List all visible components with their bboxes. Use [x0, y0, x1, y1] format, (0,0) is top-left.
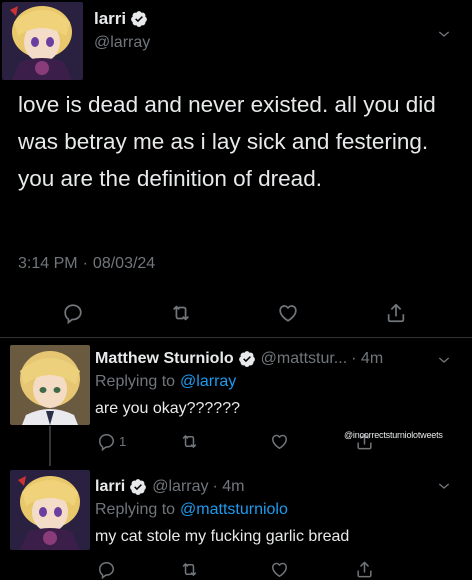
reply-time: · 4m	[212, 478, 245, 495]
reply-2-header: larri @larray · 4m	[95, 476, 245, 498]
reply-time: · 4m	[351, 350, 384, 367]
replying-prefix: Replying to	[95, 501, 176, 518]
timestamp-separator: ·	[82, 255, 88, 272]
display-name[interactable]: larri	[94, 9, 126, 29]
reply-icon	[62, 302, 84, 324]
avatar-larri[interactable]	[2, 2, 83, 80]
like-icon	[277, 302, 299, 324]
handle[interactable]: @larray	[94, 34, 150, 52]
share-icon	[355, 560, 374, 579]
reply-button[interactable]	[97, 560, 116, 579]
reply-text: are you okay??????	[95, 400, 240, 417]
tweet-text: love is dead and never existed. all you …	[18, 92, 436, 191]
replying-to: Replying to @mattsturniolo	[95, 501, 288, 519]
tweet-date: 08/03/24	[92, 255, 156, 272]
retweet-button[interactable]	[180, 560, 199, 579]
replying-to-link[interactable]: @mattsturniolo	[180, 501, 288, 519]
handle[interactable]: @mattstur...	[261, 350, 347, 368]
reply-button[interactable]	[62, 302, 84, 324]
handle[interactable]: @larray	[152, 478, 208, 496]
share-icon	[385, 302, 407, 324]
retweet-icon	[180, 560, 199, 579]
chevron-down-icon[interactable]	[436, 352, 452, 368]
main-tweet-author: larri @larray	[94, 8, 150, 52]
avatar-larri[interactable]	[10, 470, 90, 550]
verified-badge-icon	[129, 478, 147, 496]
share-button[interactable]	[355, 560, 374, 579]
reply-1-header: Matthew Sturniolo @mattstur... · 4m	[95, 348, 383, 370]
like-icon	[270, 560, 289, 579]
display-name[interactable]: larri	[95, 478, 125, 496]
divider	[0, 337, 472, 338]
replying-to: Replying to @larray	[95, 373, 236, 391]
like-button[interactable]	[277, 302, 299, 324]
tweet-time: 3:14 PM	[18, 255, 78, 272]
verified-badge-icon	[130, 10, 148, 28]
chevron-down-icon[interactable]	[436, 478, 452, 494]
display-name[interactable]: Matthew Sturniolo	[95, 350, 234, 368]
verified-badge-icon	[238, 350, 256, 368]
reply-icon	[97, 432, 116, 451]
replying-prefix: Replying to	[95, 373, 176, 390]
reply-icon	[97, 560, 116, 579]
retweet-button[interactable]	[170, 302, 192, 324]
thread-line	[49, 426, 51, 466]
avatar-matthew-sturniolo[interactable]	[10, 345, 90, 425]
chevron-down-icon[interactable]	[436, 26, 452, 42]
reply-count: 1	[119, 434, 127, 449]
retweet-button[interactable]	[180, 432, 199, 451]
reply-button[interactable]: 1	[97, 432, 126, 451]
like-icon	[270, 432, 289, 451]
share-button[interactable]	[385, 302, 407, 324]
like-button[interactable]	[270, 432, 289, 451]
watermark: @incorrectsturniolotweets	[344, 430, 443, 440]
retweet-icon	[170, 302, 192, 324]
retweet-icon	[180, 432, 199, 451]
reply-text: my cat stole my fucking garlic bread	[95, 528, 350, 545]
tweet-timestamp[interactable]: 3:14 PM · 08/03/24	[18, 255, 155, 273]
like-button[interactable]	[270, 560, 289, 579]
replying-to-link[interactable]: @larray	[180, 373, 236, 391]
